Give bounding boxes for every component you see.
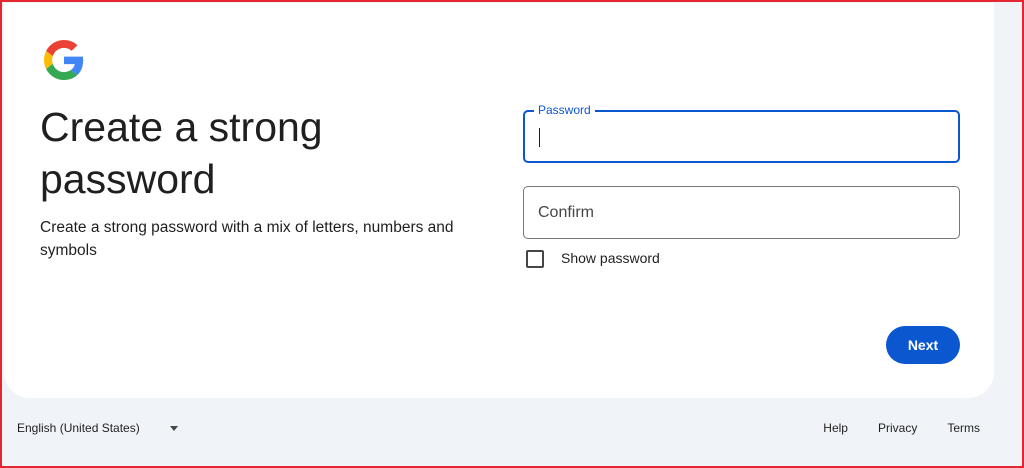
google-g-icon [44,40,84,80]
language-selector[interactable]: English (United States) [17,421,178,435]
confirm-field[interactable] [523,186,960,239]
signup-card: Create a strong password Create a strong… [4,3,994,398]
terms-link[interactable]: Terms [947,421,980,435]
next-button[interactable]: Next [886,326,960,364]
language-label: English (United States) [17,421,140,435]
footer-links: Help Privacy Terms [823,421,980,435]
password-field[interactable]: Password [523,103,960,163]
help-link[interactable]: Help [823,421,848,435]
privacy-link[interactable]: Privacy [878,421,917,435]
show-password-label[interactable]: Show password [561,250,660,266]
show-password-checkbox[interactable] [526,250,544,268]
page-subtitle: Create a strong password with a mix of l… [40,219,454,259]
confirm-input[interactable] [524,187,959,238]
page-title: Create a strong password [40,104,323,202]
chevron-down-icon [169,425,178,431]
password-input[interactable] [525,112,958,161]
